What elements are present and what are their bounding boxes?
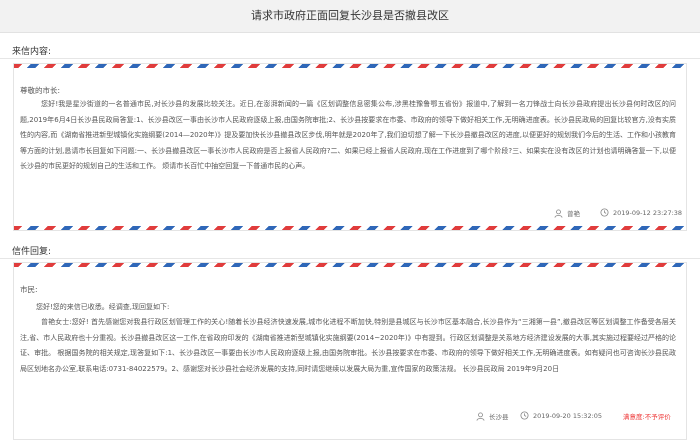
satisfaction-value: 不予评价 [644, 413, 671, 421]
satisfaction-label: 满意度: [623, 413, 645, 421]
satisfaction-rating: 满意度:不予评价 [623, 411, 671, 421]
airmail-border-top [14, 64, 686, 68]
letter-time-value: 2019-09-12 23:27:38 [613, 208, 683, 217]
letter-time: 2019-09-12 23:27:38 [600, 208, 682, 217]
airmail-border-top [14, 263, 686, 267]
reply-intro: 您好!您的来信已收悉。经调查,现回复如下: [36, 303, 170, 311]
letter-author-name: 曾艳 [567, 210, 580, 218]
letter-body: 您好!我是星沙街道的一名普通市民,对长沙县的发展比较关注。近日,在澎湃新闻的一篇… [20, 100, 676, 170]
airmail-border-bottom [14, 226, 686, 230]
reply-time-value: 2019-09-20 15:32:05 [533, 411, 603, 420]
letter-card: 尊敬的市长: 您好!我是星沙街道的一名普通市民,对长沙县的发展比较关注。近日,在… [13, 63, 687, 231]
page-title: 请求市政府正面回复长沙县是否撤县改区 [251, 9, 449, 22]
section-divider [0, 258, 700, 259]
reply-section-label: 信件回复: [12, 247, 52, 257]
title-bar: 请求市政府正面回复长沙县是否撤县改区 [0, 0, 700, 33]
clock-icon [600, 208, 609, 217]
reply-author: 长沙县 [476, 411, 509, 421]
clock-icon [520, 411, 529, 420]
section-divider [0, 58, 700, 59]
reply-time: 2019-09-20 15:32:05 [520, 411, 602, 420]
letter-author: 曾艳 [554, 208, 580, 218]
reply-author-name: 长沙县 [489, 413, 509, 421]
reply-salutation: 市民: [20, 285, 38, 294]
letter-section-label: 来信内容: [12, 47, 52, 57]
letter-salutation: 尊敬的市长: [20, 86, 61, 95]
reply-body: 曾艳女士:您好! 首先感谢您对我县行政区划管理工作的关心!随着长沙县经济快速发展… [20, 318, 676, 373]
user-icon [554, 208, 563, 218]
reply-card: 市民: 您好!您的来信已收悉。经调查,现回复如下: 曾艳女士:您好! 首先感谢您… [13, 262, 687, 440]
user-icon [476, 411, 485, 421]
